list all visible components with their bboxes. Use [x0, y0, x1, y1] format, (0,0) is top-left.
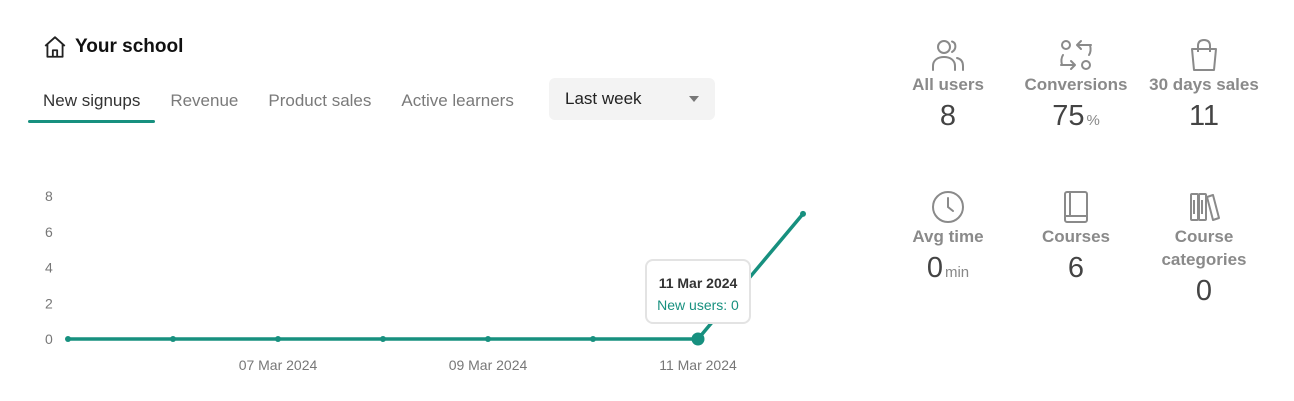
data-point: [380, 336, 386, 342]
data-point: [170, 336, 176, 342]
stat-label: Avg time: [912, 227, 984, 246]
stat-value: 0: [1195, 275, 1213, 307]
period-select-value: Last week: [565, 89, 642, 108]
stat-course-categories: Course categories 0: [1134, 189, 1274, 308]
stat-avg-time: Avg time 0 min: [878, 189, 1018, 285]
stat-value: 11: [1188, 100, 1220, 132]
chevron-down-icon: [689, 96, 699, 102]
y-tick-label: 8: [45, 188, 53, 204]
page-title: Your school: [75, 36, 184, 57]
y-tick-label: 0: [45, 331, 53, 347]
x-tick-label: 07 Mar 2024: [239, 357, 318, 373]
data-point: [65, 336, 71, 342]
tooltip-date: 11 Mar 2024: [658, 275, 738, 291]
stat-conversions: Conversions 75%: [1006, 37, 1146, 133]
conversions-icon: [1006, 37, 1146, 73]
x-tick-label: 09 Mar 2024: [449, 357, 528, 373]
stat-label: Course categories: [1161, 227, 1247, 269]
y-tick-label: 6: [45, 224, 53, 240]
clock-icon: [878, 189, 1018, 225]
book-icon: [1006, 189, 1146, 225]
chart-tabs: New signups Revenue Product sales Active…: [28, 78, 529, 123]
data-point: [485, 336, 491, 342]
users-icon: [878, 37, 1018, 73]
stat-value: 8: [939, 100, 957, 132]
stat-all-users: All users 8: [878, 37, 1018, 133]
stat-value: 0: [926, 252, 943, 284]
x-tick-label: 11 Mar 2024: [659, 357, 737, 373]
stat-value: 75: [1052, 100, 1085, 132]
stat-unit: %: [1086, 112, 1100, 129]
y-tick-label: 4: [45, 260, 53, 276]
stat-unit: min: [944, 264, 970, 281]
tab-new-signups[interactable]: New signups: [28, 78, 156, 123]
library-icon: [1134, 189, 1274, 225]
period-select[interactable]: Last week: [549, 78, 715, 120]
tab-revenue[interactable]: Revenue: [155, 78, 253, 123]
data-point: [691, 332, 705, 346]
data-point: [590, 336, 596, 342]
data-point: [275, 336, 281, 342]
home-icon: [42, 34, 68, 60]
data-point: [800, 210, 806, 217]
stat-label: All users: [912, 75, 984, 94]
header: Your school: [42, 34, 183, 60]
stat-label: 30 days sales: [1149, 75, 1259, 94]
stat-30-days-sales: 30 days sales 11: [1134, 37, 1274, 133]
stat-label: Conversions: [1024, 75, 1128, 94]
y-tick-label: 2: [45, 295, 53, 311]
stat-label: Courses: [1041, 227, 1111, 246]
chart-tooltip: 11 Mar 2024 New users: 0: [645, 259, 751, 324]
stat-courses: Courses 6: [1006, 189, 1146, 285]
tab-product-sales[interactable]: Product sales: [253, 78, 386, 123]
shopping-bag-icon: [1134, 37, 1274, 73]
tab-active-learners[interactable]: Active learners: [386, 78, 528, 123]
tooltip-value: New users: 0: [657, 297, 739, 313]
stat-value: 6: [1067, 252, 1085, 284]
